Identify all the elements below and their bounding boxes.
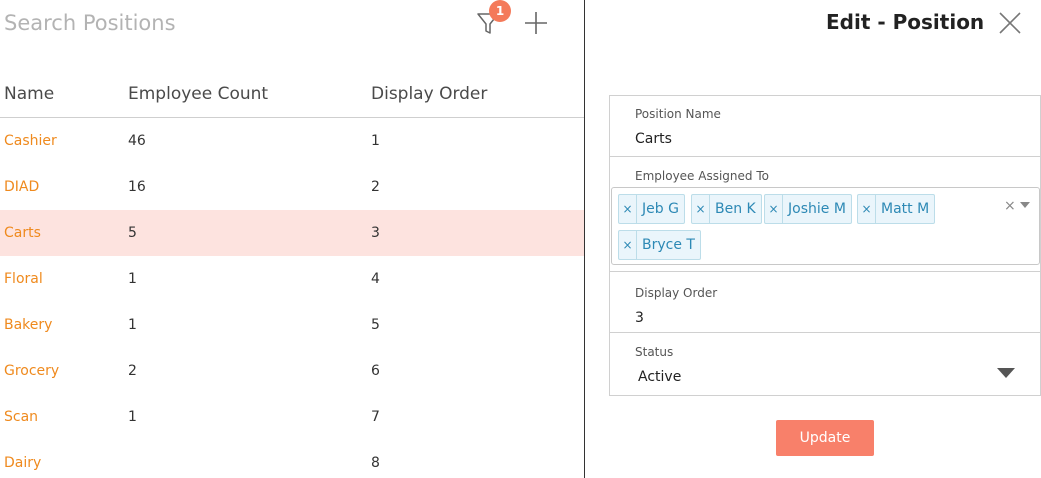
status-select[interactable]: Status Active — [610, 333, 1040, 395]
employee-tag-label: Ben K — [715, 201, 756, 217]
table-header: Name Employee Count Display Order — [0, 76, 584, 118]
position-name-cell[interactable]: Grocery — [4, 363, 59, 379]
display-order-cell: 3 — [371, 225, 380, 241]
employee-count-cell: 2 — [128, 363, 137, 379]
table-row[interactable]: Scan 1 7 — [0, 394, 584, 440]
chevron-down-icon[interactable] — [1020, 202, 1030, 208]
panel-title: Edit - Position — [826, 10, 985, 34]
employee-count-cell: 46 — [128, 133, 146, 149]
position-name-cell[interactable]: DIAD — [4, 179, 39, 195]
position-name-cell[interactable]: Cashier — [4, 133, 57, 149]
remove-tag-button[interactable]: × — [858, 195, 876, 223]
table-row[interactable]: Cashier 46 1 — [0, 118, 584, 164]
filter-count-badge: 1 — [489, 0, 511, 22]
display-order-cell: 6 — [371, 363, 380, 379]
position-name-label: Position Name — [635, 107, 721, 121]
display-order-label: Display Order — [635, 286, 718, 300]
remove-tag-button[interactable]: × — [619, 231, 637, 259]
position-name-cell[interactable]: Bakery — [4, 317, 52, 333]
table-row[interactable]: Dairy 8 — [0, 440, 584, 478]
employee-tag: × Bryce T — [618, 230, 701, 260]
employee-count-cell: 16 — [128, 179, 146, 195]
employee-multiselect[interactable]: × × Jeb G × Ben K × Joshie M × Matt M × Bryce T — [611, 187, 1040, 265]
display-order-cell: 1 — [371, 133, 380, 149]
clear-all-button[interactable]: × — [1004, 198, 1016, 214]
status-label: Status — [635, 345, 674, 359]
search-bar: 1 — [0, 0, 584, 46]
remove-tag-button[interactable]: × — [692, 195, 710, 223]
employee-count-cell: 1 — [128, 271, 137, 287]
column-header-name[interactable]: Name — [4, 84, 54, 104]
table-row[interactable]: Bakery 1 5 — [0, 302, 584, 348]
display-order-cell: 2 — [371, 179, 380, 195]
display-order-cell: 8 — [371, 455, 380, 471]
employee-tag: × Jeb G — [618, 194, 685, 224]
employee-count-cell: 5 — [128, 225, 137, 241]
employee-count-cell: 1 — [128, 409, 137, 425]
display-order-cell: 7 — [371, 409, 380, 425]
dropdown-arrow-icon[interactable] — [997, 368, 1015, 378]
employee-tag: × Matt M — [857, 194, 936, 224]
position-name-cell[interactable]: Carts — [4, 225, 41, 241]
employee-tag-label: Jeb G — [642, 201, 679, 217]
search-input[interactable] — [4, 8, 444, 38]
display-order-field[interactable]: Display Order 3 — [610, 272, 1040, 333]
plus-icon — [525, 12, 547, 34]
position-name-cell[interactable]: Scan — [4, 409, 38, 425]
display-order-cell: 4 — [371, 271, 380, 287]
display-order-cell: 5 — [371, 317, 380, 333]
update-button[interactable]: Update — [776, 420, 874, 456]
employees-field: Employee Assigned To × × Jeb G × Ben K × Josh… — [610, 157, 1040, 272]
remove-tag-button[interactable]: × — [765, 195, 783, 223]
close-button[interactable] — [997, 10, 1023, 36]
position-name-cell[interactable]: Floral — [4, 271, 43, 287]
employee-tag: × Ben K — [691, 194, 762, 224]
position-name-cell[interactable]: Dairy — [4, 455, 41, 471]
position-name-field[interactable]: Position Name Carts — [610, 96, 1040, 157]
column-header-employee-count[interactable]: Employee Count — [128, 84, 268, 104]
column-header-display-order[interactable]: Display Order — [371, 84, 487, 104]
employee-tag-label: Joshie M — [788, 201, 846, 217]
employee-count-cell: 1 — [128, 317, 137, 333]
edit-position-form: Position Name Carts Employee Assigned To… — [609, 95, 1041, 396]
employee-tag: × Joshie M — [764, 194, 852, 224]
employee-tag-label: Bryce T — [642, 237, 695, 253]
table-row[interactable]: Carts 5 3 — [0, 210, 584, 256]
remove-tag-button[interactable]: × — [619, 195, 637, 223]
edit-position-panel: Edit - Position Position Name Carts Empl… — [585, 0, 1041, 478]
status-value[interactable]: Active — [638, 369, 681, 385]
employees-label: Employee Assigned To — [635, 169, 769, 183]
add-position-button[interactable] — [522, 9, 550, 37]
position-name-value[interactable]: Carts — [635, 131, 672, 147]
employee-tag-label: Matt M — [881, 201, 930, 217]
table-row[interactable]: Grocery 2 6 — [0, 348, 584, 394]
positions-list-pane: 1 Name Employee Count Display Order Cash… — [0, 0, 584, 478]
positions-table-body: Cashier 46 1 DIAD 16 2 Carts 5 3 Floral 1 4 Bakery 1 5… — [0, 118, 584, 478]
display-order-value[interactable]: 3 — [635, 310, 644, 326]
close-icon — [999, 12, 1021, 34]
table-row[interactable]: Floral 1 4 — [0, 256, 584, 302]
table-row[interactable]: DIAD 16 2 — [0, 164, 584, 210]
